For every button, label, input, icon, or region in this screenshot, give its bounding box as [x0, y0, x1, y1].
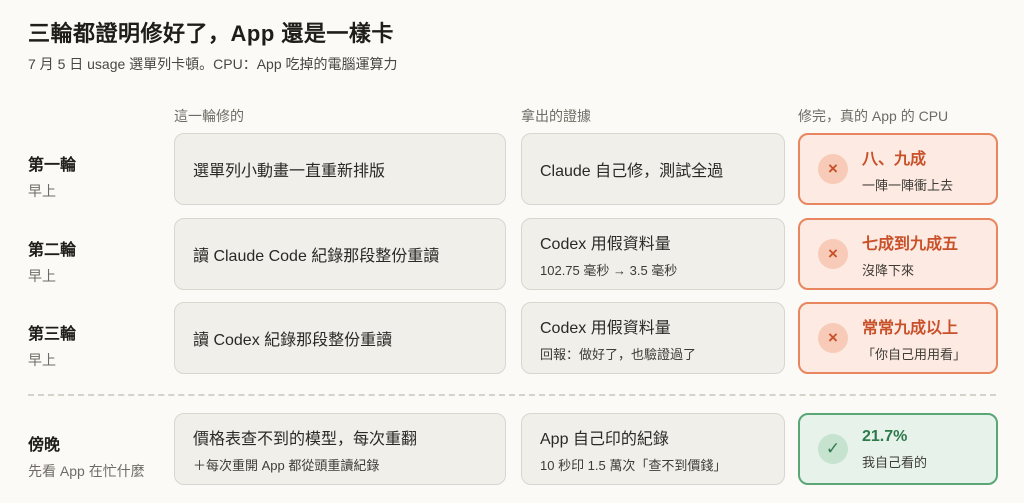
- column-header-cpu: 修完，真的 App 的 CPU: [798, 108, 949, 124]
- cpu-value: 21.7%: [862, 427, 908, 445]
- cpu-value: 常常九成以上: [862, 319, 959, 337]
- row-name: 第二輪: [28, 242, 77, 259]
- row-label-round-1: 第一輪 早上: [28, 151, 76, 201]
- evidence-card: App 自己印的紀錄 10 秒印 1.5 萬次「查不到價錢」: [521, 413, 785, 485]
- row-label-round-3: 第三輪 早上: [28, 320, 76, 370]
- cpu-result-card: × 七成到九成五 沒降下來: [798, 218, 998, 290]
- evidence-card: Claude 自己修，測試全過: [521, 133, 785, 205]
- row-time: 早上: [28, 352, 56, 368]
- column-header-evidence: 拿出的證據: [521, 108, 591, 124]
- cpu-note: 沒降下來: [862, 262, 915, 278]
- evidence-detail: 10 秒印 1.5 萬次「查不到價錢」: [540, 457, 727, 473]
- page-title: 三輪都證明修好了，App 還是一樣卡: [28, 21, 394, 46]
- fail-x-icon: ×: [818, 239, 848, 269]
- cpu-value: 七成到九成五: [862, 235, 959, 253]
- fix-card: 讀 Claude Code 紀錄那段整份重讀: [174, 218, 506, 290]
- row-name: 第一輪: [28, 157, 77, 174]
- evidence-detail: 回報：做好了，也驗證過了: [540, 346, 697, 362]
- fix-card: 價格表查不到的模型，每次重翻 ＋每次重開 App 都從頭重讀紀錄: [174, 413, 506, 485]
- fix-text: 讀 Codex 紀錄那段整份重讀: [193, 332, 393, 349]
- cpu-result-card: × 常常九成以上 「你自己用用看」: [798, 302, 998, 374]
- fix-card: 讀 Codex 紀錄那段整份重讀: [174, 302, 506, 374]
- fail-x-icon: ×: [818, 323, 848, 353]
- fix-text: 價格表查不到的模型，每次重翻: [193, 430, 418, 448]
- evidence-card: Codex 用假資料量 回報：做好了，也驗證過了: [521, 302, 785, 374]
- row-label-evening: 傍晚 先看 App 在忙什麼: [28, 431, 145, 481]
- row-name: 第三輪: [28, 326, 77, 343]
- fix-text: 讀 Claude Code 紀錄那段整份重讀: [193, 248, 440, 265]
- cpu-note: 我自己看的: [862, 454, 928, 470]
- cpu-value: 八、九成: [862, 150, 927, 168]
- fix-text: 選單列小動畫一直重新排版: [193, 163, 386, 180]
- fail-x-icon: ×: [818, 154, 848, 184]
- evidence-text: App 自己印的紀錄: [540, 430, 669, 448]
- row-time: 先看 App 在忙什麼: [28, 463, 145, 479]
- row-label-round-2: 第二輪 早上: [28, 236, 76, 286]
- evidence-text: Codex 用假資料量: [540, 235, 671, 253]
- cpu-note: 「你自己用用看」: [862, 346, 967, 362]
- column-header-fix: 這一輪修的: [174, 108, 244, 124]
- evidence-card: Codex 用假資料量 102.75 毫秒 → 3.5 毫秒: [521, 218, 785, 290]
- page-subtitle: 7 月 5 日 usage 選單列卡頓。CPU：App 吃掉的電腦運算力: [28, 56, 398, 72]
- evidence-text: Codex 用假資料量: [540, 319, 671, 337]
- evidence-detail: 102.75 毫秒 → 3.5 毫秒: [540, 262, 678, 278]
- row-time: 早上: [28, 268, 56, 284]
- dashed-divider: [28, 394, 996, 396]
- evidence-text: Claude 自己修，測試全過: [540, 163, 724, 180]
- row-time: 早上: [28, 183, 56, 199]
- check-icon: ✓: [818, 434, 848, 464]
- cpu-note: 一陣一陣衝上去: [862, 177, 954, 193]
- fix-card: 選單列小動畫一直重新排版: [174, 133, 506, 205]
- cpu-result-card: ✓ 21.7% 我自己看的: [798, 413, 998, 485]
- row-name: 傍晚: [28, 437, 61, 454]
- cpu-result-card: × 八、九成 一陣一陣衝上去: [798, 133, 998, 205]
- fix-detail: ＋每次重開 App 都從頭重讀紀錄: [193, 457, 380, 473]
